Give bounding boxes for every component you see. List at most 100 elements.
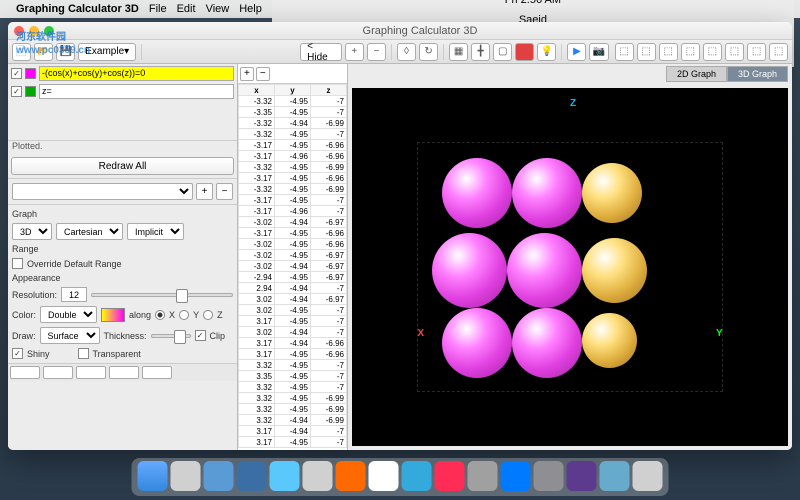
tool-view8-icon[interactable]: ⬚ — [769, 43, 788, 61]
equation-row-2 — [8, 82, 237, 100]
tab-1[interactable] — [10, 366, 40, 379]
table-plus[interactable]: + — [240, 67, 254, 81]
tab-5[interactable] — [142, 366, 172, 379]
dock-music-icon[interactable] — [435, 461, 465, 491]
dim-select[interactable]: 3D — [12, 223, 52, 240]
data-table-panel: + − xyz-3.32-4.95-7-3.35-4.95-7-3.32-4.9… — [238, 64, 348, 450]
tool-view4-icon[interactable]: ⬚ — [681, 43, 700, 61]
transparent-checkbox[interactable] — [78, 348, 89, 359]
menu-help[interactable]: Help — [239, 3, 262, 15]
draw-mode-select[interactable]: Surface — [40, 327, 100, 344]
dock-appstore-icon[interactable] — [501, 461, 531, 491]
status-text: Plotted. — [8, 140, 237, 154]
dock-app-icon[interactable] — [402, 461, 432, 491]
titlebar: Graphing Calculator 3D — [8, 22, 792, 40]
tool-view1-icon[interactable]: ⬚ — [615, 43, 634, 61]
tool-view2-icon[interactable]: ⬚ — [637, 43, 656, 61]
add-preset-button[interactable]: + — [196, 183, 213, 200]
shiny-checkbox[interactable] — [12, 348, 23, 359]
tool-play-icon[interactable]: ▶ — [567, 43, 586, 61]
remove-preset-button[interactable]: − — [216, 183, 233, 200]
resolution-slider[interactable] — [91, 293, 233, 297]
eq1-input[interactable] — [39, 66, 234, 81]
tool-view7-icon[interactable]: ⬚ — [747, 43, 766, 61]
tool-grid-icon[interactable]: ▦ — [449, 43, 468, 61]
tab-2d-graph[interactable]: 2D Graph — [666, 66, 727, 82]
dock-current-app-icon[interactable] — [567, 461, 597, 491]
tool-light-icon[interactable]: 💡 — [537, 43, 556, 61]
dock-app-icon[interactable] — [204, 461, 234, 491]
app-window: Graphing Calculator 3D 📄 📂 💾 Example ▾ <… — [8, 22, 792, 450]
resolution-input[interactable] — [61, 287, 87, 302]
data-table[interactable]: xyz-3.32-4.95-7-3.35-4.95-7-3.32-4.94-6.… — [238, 84, 347, 450]
tool-red-icon[interactable] — [515, 43, 534, 61]
dock-app-icon[interactable] — [171, 461, 201, 491]
surface — [442, 158, 512, 228]
app-name[interactable]: Graphing Calculator 3D — [16, 3, 139, 15]
equation-row-1 — [8, 64, 237, 82]
appearance-label: Appearance — [12, 273, 233, 283]
tool-view5-icon[interactable]: ⬚ — [703, 43, 722, 61]
tool-view6-icon[interactable]: ⬚ — [725, 43, 744, 61]
dock-mail-icon[interactable] — [270, 461, 300, 491]
gradient-box[interactable] — [101, 308, 125, 322]
eq1-checkbox[interactable] — [11, 68, 22, 79]
dock-calendar-icon[interactable] — [369, 461, 399, 491]
table-minus[interactable]: − — [256, 67, 270, 81]
eq2-input[interactable] — [39, 84, 234, 99]
tab-3d-graph[interactable]: 3D Graph — [727, 66, 788, 82]
hide-button[interactable]: < Hide — [300, 43, 342, 61]
dock-app-icon[interactable] — [336, 461, 366, 491]
color-mode-select[interactable]: Double — [40, 306, 97, 323]
eq2-color[interactable] — [25, 86, 36, 97]
menu-edit[interactable]: Edit — [177, 3, 196, 15]
tool-plus-icon[interactable]: + — [345, 43, 364, 61]
tool-box-icon[interactable]: ▢ — [493, 43, 512, 61]
tool-minus-icon[interactable]: − — [367, 43, 386, 61]
thickness-slider[interactable] — [151, 334, 191, 338]
tab-3[interactable] — [76, 366, 106, 379]
dock-safari-icon[interactable] — [237, 461, 267, 491]
surface — [582, 163, 642, 223]
axis-y-radio[interactable] — [179, 310, 189, 320]
redraw-button[interactable]: Redraw All — [11, 157, 234, 175]
toolbar: 📄 📂 💾 Example ▾ < Hide + − ◊ ↻ ▦ ╋ ▢ 💡 ▶… — [8, 40, 792, 64]
eq1-color[interactable] — [25, 68, 36, 79]
axis-x-radio[interactable] — [155, 310, 165, 320]
surface — [432, 233, 507, 308]
range-label: Range — [12, 244, 233, 254]
y-axis-label: Y — [716, 328, 723, 339]
surface — [512, 308, 582, 378]
menu-view[interactable]: View — [206, 3, 230, 15]
graph-label: Graph — [12, 209, 233, 219]
tab-2[interactable] — [43, 366, 73, 379]
dock-app-icon[interactable] — [468, 461, 498, 491]
watermark: 河东软件园 www.pc0359.cn — [16, 24, 90, 56]
coord-select[interactable]: Cartesian — [56, 223, 123, 240]
dock-settings-icon[interactable] — [534, 461, 564, 491]
tool-cube-icon[interactable]: ◊ — [397, 43, 416, 61]
dock-finder-icon[interactable] — [138, 461, 168, 491]
tool-refresh-icon[interactable]: ↻ — [419, 43, 438, 61]
dock-app-icon[interactable] — [303, 461, 333, 491]
clock[interactable]: Fri 2:56 AM — [505, 0, 561, 6]
graph-panel: 2D Graph 3D Graph Z Y X — [348, 64, 792, 450]
z-axis-label: Z — [570, 98, 576, 109]
dock-trash-icon[interactable] — [633, 461, 663, 491]
left-panel: Plotted. Redraw All + − Graph 3D Cartesi… — [8, 64, 238, 450]
surface — [582, 313, 637, 368]
axis-z-radio[interactable] — [203, 310, 213, 320]
type-select[interactable]: Implicit — [127, 223, 184, 240]
surface — [512, 158, 582, 228]
eq2-checkbox[interactable] — [11, 86, 22, 97]
preset-select[interactable] — [12, 183, 193, 200]
3d-viewport[interactable]: Z Y X — [352, 88, 788, 446]
tab-4[interactable] — [109, 366, 139, 379]
dock-folder-icon[interactable] — [600, 461, 630, 491]
tool-view3-icon[interactable]: ⬚ — [659, 43, 678, 61]
tool-axes-icon[interactable]: ╋ — [471, 43, 490, 61]
clip-checkbox[interactable] — [195, 330, 206, 341]
tool-camera-icon[interactable]: 📷 — [589, 43, 608, 61]
menu-file[interactable]: File — [149, 3, 167, 15]
override-checkbox[interactable] — [12, 258, 23, 269]
